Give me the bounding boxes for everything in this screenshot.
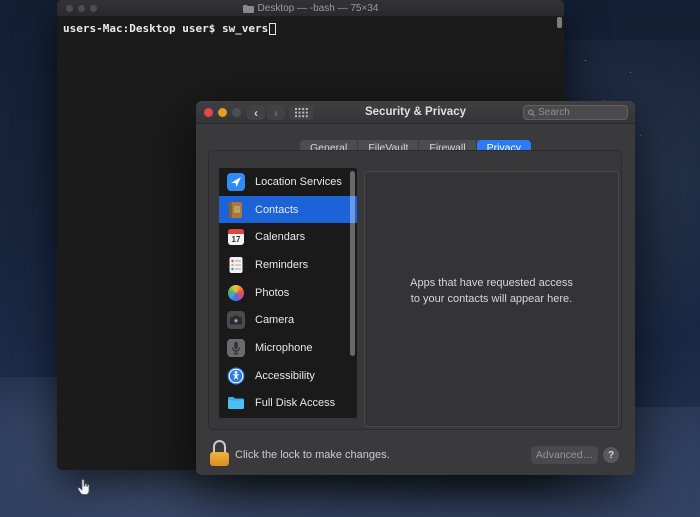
list-item-contacts[interactable]: Contacts [219,195,357,224]
grid-icon [294,107,308,117]
list-item-label: Accessibility [255,369,315,382]
advanced-button[interactable]: Advanced… [531,446,598,464]
empty-state-message: Apps that have requested access to your … [410,277,573,305]
contacts-icon [227,201,245,219]
list-item-label: Calendars [255,231,306,244]
reminders-icon [227,256,245,274]
secwin-zoom-button [232,108,241,117]
terminal-minimize-button[interactable] [78,5,85,12]
search-field[interactable] [523,105,628,120]
requested-apps-panel: Apps that have requested access to your … [364,171,619,427]
list-item-label: Full Disk Access [255,397,336,410]
terminal-close-button[interactable] [66,5,73,12]
secwin-minimize-button[interactable] [218,108,227,117]
forward-button: › [267,105,285,120]
camera-icon [227,311,245,330]
list-item-photos[interactable]: Photos [219,279,357,307]
list-item-camera[interactable]: Camera [219,306,357,334]
full-disk-access-icon [227,394,245,412]
secwin-traffic-lights[interactable] [204,108,241,117]
accessibility-icon [227,367,245,385]
forward-chevron-icon: › [274,105,278,120]
microphone-icon [227,338,245,357]
desktop-screen: Desktop — -bash — 75×34 users-Mac:Deskto… [0,0,700,517]
calendars-icon: 17 [227,228,245,246]
list-item-location-services[interactable]: Location Services [219,168,357,196]
search-input[interactable] [538,107,623,118]
terminal-title-text: Desktop — -bash — 75×34 [257,2,379,14]
privacy-panel: Location Services Contacts 17 Calendars [208,150,622,430]
terminal-title: Desktop — -bash — 75×34 [242,2,379,14]
terminal-prompt-line: users-Mac:Desktop user$ sw_vers [63,22,564,35]
folder-icon [242,4,254,13]
list-item-microphone[interactable]: Microphone [219,334,357,362]
list-item-label: Location Services [255,175,342,188]
privacy-category-list[interactable]: Location Services Contacts 17 Calendars [219,168,357,418]
window-title: Security & Privacy [364,106,466,118]
lock-body [210,452,229,466]
lock-icon[interactable] [210,440,229,467]
help-button[interactable]: ? [603,447,619,463]
terminal-scrollbar[interactable] [557,17,562,28]
sidebar-scrollbar[interactable] [350,171,355,356]
location-services-icon [227,172,245,191]
secwin-close-button[interactable] [204,108,213,117]
back-chevron-icon: ‹ [254,105,258,120]
secwin-nav-buttons[interactable]: ‹ › [247,105,285,120]
security-privacy-window[interactable]: ‹ › Security & Privacy Search General Fi… [196,101,635,475]
back-button[interactable]: ‹ [247,105,265,120]
list-item-label: Contacts [255,203,299,216]
list-item-label: Photos [255,286,290,299]
terminal-zoom-button[interactable] [90,5,97,12]
list-item-label: Camera [255,314,295,327]
pointing-hand-cursor [76,479,91,501]
secwin-titlebar[interactable]: ‹ › Security & Privacy [196,101,635,124]
wallpaper-stars [585,60,586,61]
photos-icon [227,284,245,302]
list-item-reminders[interactable]: Reminders [219,251,357,279]
search-icon [528,109,535,116]
terminal-cursor [269,22,277,35]
list-item-accessibility[interactable]: Accessibility [219,362,357,390]
lock-hint-text: Click the lock to make changes. [235,449,390,461]
list-item-calendars[interactable]: 17 Calendars [219,223,357,251]
svg-text:17: 17 [232,235,241,244]
list-item-label: Microphone [255,341,313,354]
list-item-label: Reminders [255,258,309,271]
terminal-body[interactable]: users-Mac:Desktop user$ sw_vers [57,17,564,35]
terminal-traffic-lights[interactable] [66,5,97,12]
show-all-button[interactable] [289,105,313,120]
terminal-prompt-text: users-Mac:Desktop user$ sw_vers [63,22,269,35]
question-mark-icon: ? [607,449,615,461]
list-item-full-disk-access[interactable]: Full Disk Access [219,390,357,418]
terminal-titlebar[interactable]: Desktop — -bash — 75×34 [57,0,564,17]
